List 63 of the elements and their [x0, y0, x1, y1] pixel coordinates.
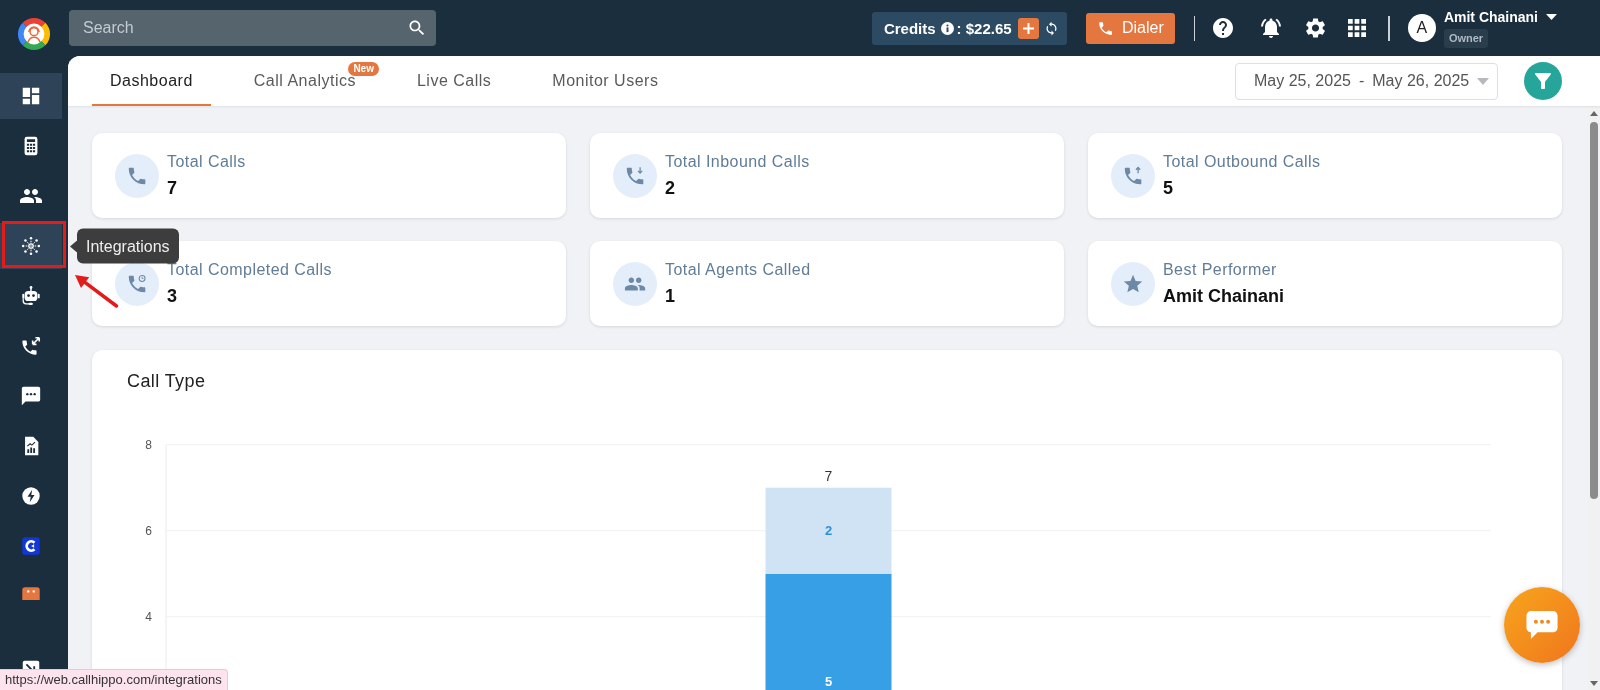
phone-icon [115, 153, 159, 198]
scrollbar-thumb[interactable] [1590, 122, 1598, 499]
status-url: https://web.callhippo.com/integrations [0, 669, 228, 690]
network-icon [21, 236, 41, 256]
stat-label: Total Calls [167, 152, 246, 171]
axis-tick-label: 8 [145, 437, 152, 452]
stat-value: 5 [1163, 177, 1174, 199]
lightning-icon [20, 485, 42, 507]
help-icon[interactable] [1213, 18, 1234, 38]
stat-value: 3 [167, 285, 178, 307]
phone-clock-icon [115, 261, 159, 306]
stat-value: 2 [665, 177, 676, 199]
phone-arrows-icon [20, 335, 42, 357]
total-label: 7 [824, 467, 833, 484]
stat-label: Total Inbound Calls [665, 152, 810, 171]
caret-icon[interactable] [1546, 14, 1557, 20]
scroll-up-icon[interactable] [1590, 111, 1598, 116]
refresh-icon[interactable] [1043, 20, 1059, 36]
stat-value: Amit Chainani [1163, 285, 1284, 307]
plus-icon [1022, 22, 1034, 34]
tab[interactable]: Monitor Users [534, 56, 677, 106]
pointer-triangle-icon [70, 240, 77, 252]
add-credits-button[interactable] [1017, 17, 1039, 39]
stat-label: Total Agents Called [665, 260, 811, 279]
tooltip: Integrations [77, 228, 179, 264]
scrollbar[interactable] [1588, 106, 1600, 690]
data-label: 5 [824, 673, 833, 689]
search-icon[interactable] [407, 18, 427, 38]
chart-title: Call Type [127, 370, 206, 392]
people-icon [613, 261, 657, 306]
chat-icon [20, 385, 42, 407]
c-logo-icon [20, 535, 42, 557]
credits-label: Credits [883, 19, 936, 37]
phone-incoming-icon [613, 153, 657, 198]
stat-label: Best Performer [1163, 260, 1278, 279]
search-field[interactable]: Search [69, 10, 436, 46]
dashboard-icon [20, 85, 42, 107]
filter-icon [1535, 73, 1551, 89]
nav-button[interactable] [0, 73, 62, 119]
info-icon[interactable] [940, 21, 954, 35]
data-label: 2 [824, 523, 833, 539]
stat-value: 7 [167, 177, 178, 199]
user-name[interactable]: Amit Chainani [1443, 8, 1538, 26]
bell-icon[interactable] [1261, 18, 1282, 38]
new-badge: New [348, 62, 379, 76]
user-avatar[interactable]: A [1407, 14, 1436, 42]
robot-icon [20, 285, 42, 307]
grid-icon[interactable] [1348, 19, 1367, 37]
scroll-down-icon[interactable] [1590, 681, 1598, 686]
date-range-picker[interactable]: May 25, 2025 - May 26, 2025 [1235, 62, 1498, 100]
axis-tick-label: 4 [145, 609, 152, 624]
stat-value: 1 [665, 285, 676, 307]
phone-icon [1096, 19, 1114, 37]
phone-outgoing-icon [1111, 153, 1155, 198]
stat-label: Total Outbound Calls [1163, 152, 1321, 171]
filter-button[interactable] [1524, 62, 1562, 100]
role-badge: Owner [1443, 28, 1489, 48]
chat-icon [1524, 610, 1560, 640]
axis-tick-label: 6 [145, 523, 152, 538]
tab[interactable]: Live Calls [398, 56, 510, 106]
app-logo[interactable] [17, 16, 51, 51]
credits-amount: : $22.65 [956, 19, 1012, 37]
settings-icon[interactable] [1306, 18, 1326, 38]
